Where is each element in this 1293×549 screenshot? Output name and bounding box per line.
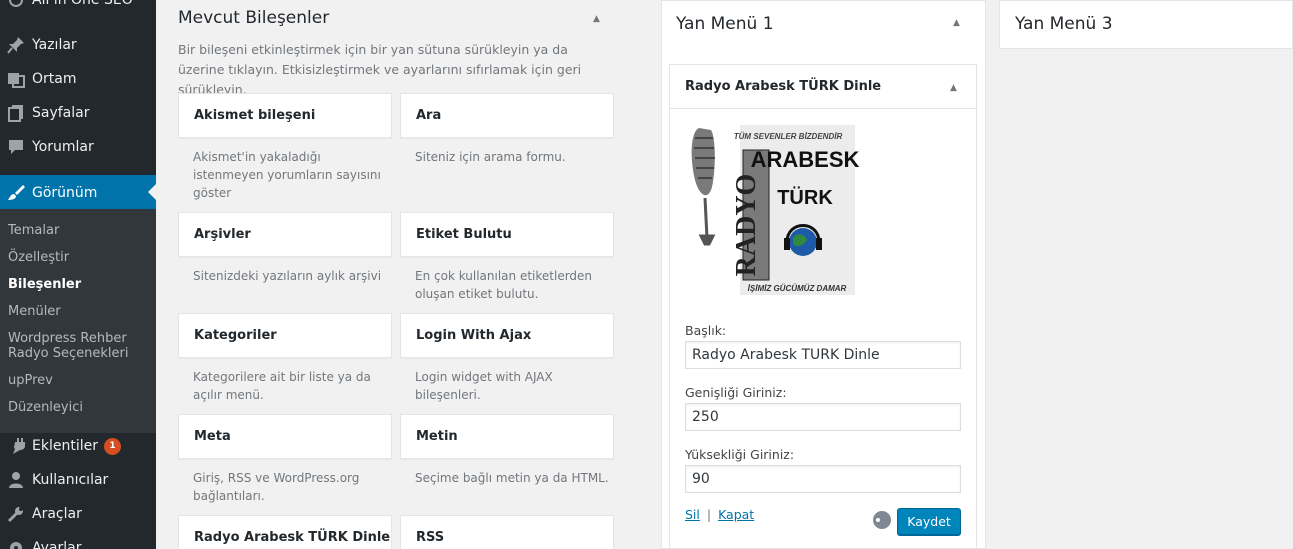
submenu-item-menus[interactable]: Menüler	[8, 304, 61, 319]
menu-label: Kullanıcılar	[32, 472, 109, 488]
menu-item-comments[interactable]: Yorumlar	[0, 130, 156, 164]
paintbrush-icon	[5, 184, 27, 202]
widget-tag-cloud[interactable]: Etiket Bulutu	[400, 212, 614, 257]
logo-main-text: ARABESK	[751, 147, 860, 172]
collapse-arrow-icon[interactable]: ▲	[950, 83, 957, 93]
open-widget-header[interactable]: Radyo Arabesk TÜRK Dinle ▲	[670, 65, 976, 109]
widget-text[interactable]: Metin	[400, 414, 614, 459]
widget-desc-search: Siteniz için arama formu.	[415, 150, 566, 164]
plugins-icon	[5, 437, 27, 455]
widget-desc-categories: Kategorilere ait bir liste ya da açılır …	[193, 370, 371, 402]
menu-label: All in One SEO	[32, 0, 133, 8]
radio-logo-image: RADYO TÜM SEVENLER BİZDENDİR ARABESK TÜR…	[685, 120, 863, 302]
widget-search[interactable]: Ara	[400, 93, 614, 138]
logo-top-text: TÜM SEVENLER BİZDENDİR	[734, 132, 843, 141]
logo-side-text: RADYO	[731, 174, 762, 277]
admin-sidebar: All in One SEO Yazılar Ortam Sayfalar Yo…	[0, 0, 156, 549]
widget-desc-login-ajax: Login widget with AJAX bileşenleri.	[415, 370, 553, 402]
collapse-arrow-icon[interactable]: ▲	[953, 18, 960, 28]
menu-item-seo[interactable]: All in One SEO	[0, 0, 156, 14]
settings-icon	[5, 539, 27, 549]
width-input[interactable]	[685, 403, 961, 431]
media-icon	[5, 70, 27, 88]
close-link[interactable]: Kapat	[718, 507, 754, 522]
widget-desc-meta: Giriş, RSS ve WordPress.org bağlantıları…	[193, 471, 360, 503]
widget-rss[interactable]: RSS	[400, 515, 614, 549]
widget-desc-tag-cloud: En çok kullanılan etiketlerden oluşan et…	[415, 269, 593, 301]
seo-icon	[5, 0, 27, 8]
width-field-label: Genişliği Giriniz:	[685, 385, 787, 400]
widget-desc-text: Seçime bağlı metin ya da HTML.	[415, 471, 609, 485]
widget-archives[interactable]: Arşivler	[178, 212, 392, 257]
title-input[interactable]	[685, 341, 961, 369]
submenu-item-upprev[interactable]: upPrev	[8, 373, 53, 388]
widget-akismet[interactable]: Akismet bileşeni	[178, 93, 392, 138]
spinner-icon	[873, 511, 891, 529]
actions-separator: |	[706, 507, 712, 522]
menu-label: Görünüm	[32, 184, 98, 201]
menu-item-plugins[interactable]: Eklentiler 1	[0, 429, 156, 463]
widget-categories[interactable]: Kategoriler	[178, 313, 392, 358]
title-field-label: Başlık:	[685, 323, 727, 338]
sidebar-area-3-title[interactable]: Yan Menü 3	[1015, 14, 1113, 34]
sidebar-area-1-title[interactable]: Yan Menü 1	[676, 14, 774, 34]
menu-item-appearance[interactable]: Görünüm	[0, 175, 156, 210]
submenu-item-themes[interactable]: Temalar	[8, 223, 59, 238]
users-icon	[5, 471, 27, 489]
widget-login-ajax[interactable]: Login With Ajax	[400, 313, 614, 358]
available-widgets-panel: Mevcut Bileşenler ▲ Bir bileşeni etkinle…	[156, 0, 642, 549]
menu-label: Eklentiler	[32, 438, 98, 454]
widget-radio-arabesk[interactable]: Radyo Arabesk TÜRK Dinle	[178, 515, 392, 549]
logo-turk-text: TÜRK	[777, 186, 833, 209]
menu-item-posts[interactable]: Yazılar	[0, 28, 156, 62]
pages-icon	[5, 104, 27, 122]
pin-icon	[5, 36, 27, 54]
menu-label: Araçlar	[32, 506, 82, 522]
submenu-item-editor[interactable]: Düzenleyici	[8, 400, 83, 415]
menu-label: Sayfalar	[32, 105, 90, 121]
save-button[interactable]: Kaydet	[897, 508, 961, 535]
submenu-item-radio-options[interactable]: Wordpress Rehber Radyo Seçenekleri	[8, 331, 138, 361]
logo-bottom-text: İŞİMİZ GÜCÜMÜZ DAMAR	[748, 284, 847, 293]
menu-item-tools[interactable]: Araçlar	[0, 497, 156, 531]
height-field-label: Yüksekliği Giriniz:	[685, 447, 795, 462]
widget-desc-akismet: Akismet'in yakaladığı istenmeyen yorumla…	[193, 150, 381, 200]
open-widget-title: Radyo Arabesk TÜRK Dinle	[685, 79, 882, 94]
tools-icon	[5, 505, 27, 523]
height-input[interactable]	[685, 465, 961, 493]
menu-label: Yazılar	[32, 37, 77, 53]
menu-label: Yorumlar	[32, 139, 94, 155]
update-count-badge: 1	[103, 437, 121, 455]
widget-desc-archives: Sitenizdeki yazıların aylık arşivi	[193, 269, 382, 283]
menu-item-settings[interactable]: Ayarlar	[0, 531, 156, 549]
submenu-item-widgets[interactable]: Bileşenler	[8, 277, 81, 292]
menu-item-users[interactable]: Kullanıcılar	[0, 463, 156, 497]
menu-item-pages[interactable]: Sayfalar	[0, 96, 156, 130]
available-widgets-description: Bir bileşeni etkinleştirmek için bir yan…	[178, 42, 582, 97]
appearance-submenu: Temalar Özelleştir Bileşenler Menüler Wo…	[0, 209, 156, 433]
widget-meta[interactable]: Meta	[178, 414, 392, 459]
comments-icon	[5, 138, 27, 156]
collapse-arrow-icon[interactable]: ▲	[593, 14, 600, 24]
delete-link[interactable]: Sil	[685, 507, 700, 522]
menu-label: Ayarlar	[32, 540, 82, 549]
submenu-item-customize[interactable]: Özelleştir	[8, 250, 69, 265]
available-widgets-title: Mevcut Bileşenler	[178, 8, 330, 28]
widget-control-actions: Sil | Kapat	[685, 507, 754, 522]
menu-label: Ortam	[32, 71, 77, 87]
menu-item-media[interactable]: Ortam	[0, 62, 156, 96]
